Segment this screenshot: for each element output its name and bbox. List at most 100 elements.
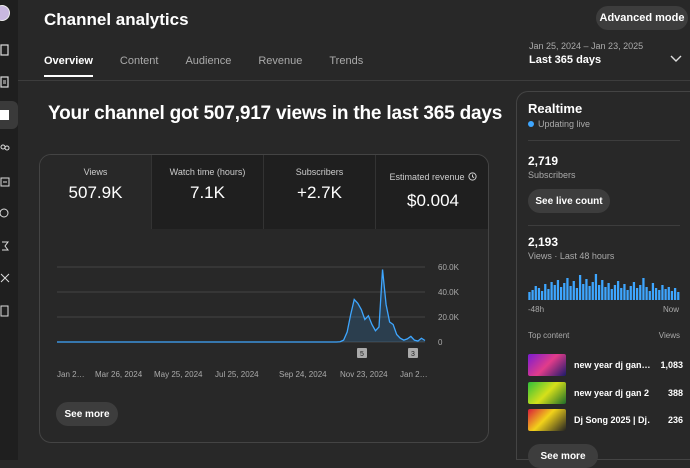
realtime-bar[interactable] [648, 291, 651, 300]
realtime-bar[interactable] [642, 278, 645, 300]
realtime-bar[interactable] [645, 287, 648, 300]
earn-icon[interactable] [0, 241, 10, 251]
metric-label: Estimated revenue [389, 172, 465, 182]
realtime-bar[interactable] [556, 280, 560, 300]
realtime-bar[interactable] [613, 285, 617, 300]
realtime-bar[interactable] [531, 290, 534, 300]
video-title: new year dj gan… [574, 360, 650, 370]
realtime-bar[interactable] [578, 275, 582, 300]
realtime-bar[interactable] [537, 288, 541, 300]
tab-trends[interactable]: Trends [329, 55, 363, 77]
realtime-bar[interactable] [667, 287, 670, 300]
video-thumbnail [528, 382, 566, 404]
see-live-count-button[interactable]: See live count [528, 189, 610, 213]
page-title: Channel analytics [44, 10, 189, 29]
realtime-bar[interactable] [664, 289, 667, 300]
metric-watch-time[interactable]: Watch time (hours) 7.1K [152, 155, 264, 229]
y-tick-label: 60.0K [438, 263, 460, 272]
metric-subscribers[interactable]: Subscribers +2.7K [264, 155, 376, 229]
series-area [57, 269, 425, 342]
realtime-bar[interactable] [635, 288, 639, 300]
subtitles-icon[interactable] [0, 177, 10, 187]
tabs-divider [18, 80, 690, 81]
realtime-bar[interactable] [607, 283, 610, 300]
divider [528, 140, 680, 141]
realtime-bar[interactable] [528, 292, 531, 300]
see-more-button[interactable]: See more [56, 402, 118, 426]
realtime-title: Realtime [528, 101, 583, 116]
realtime-bar-chart [528, 274, 680, 300]
content-icon[interactable] [0, 76, 10, 88]
metric-tabs: Views 507.9K Watch time (hours) 7.1K Sub… [40, 155, 488, 229]
analytics-icon[interactable] [0, 109, 10, 120]
realtime-bar[interactable] [651, 283, 655, 300]
x-tick-label: Nov 23, 2024 [340, 370, 388, 379]
axis-right-label: Now [663, 305, 680, 314]
realtime-bar[interactable] [582, 284, 585, 300]
metric-revenue[interactable]: Estimated revenue $0.004 [376, 155, 488, 229]
realtime-bar[interactable] [547, 289, 550, 300]
tab-content[interactable]: Content [120, 55, 159, 77]
realtime-bar[interactable] [597, 285, 601, 300]
subscribers-label: Subscribers [528, 170, 576, 180]
realtime-bar[interactable] [591, 282, 594, 300]
tab-overview[interactable]: Overview [44, 55, 93, 77]
realtime-bar[interactable] [575, 288, 579, 300]
metric-label: Watch time (hours) [169, 167, 246, 177]
realtime-bar[interactable] [673, 288, 677, 300]
tab-audience[interactable]: Audience [185, 55, 231, 77]
realtime-bar[interactable] [566, 278, 569, 300]
tab-revenue[interactable]: Revenue [258, 55, 302, 77]
y-tick-label: 40.0K [438, 288, 460, 297]
realtime-bar[interactable] [550, 282, 553, 300]
realtime-bar[interactable] [626, 290, 629, 300]
realtime-bar[interactable] [601, 280, 604, 300]
overview-card: Views 507.9K Watch time (hours) 7.1K Sub… [39, 154, 489, 443]
event-marker-label: 5 [360, 351, 364, 358]
advanced-mode-button[interactable]: Advanced mode [596, 6, 688, 30]
realtime-bar[interactable] [553, 285, 556, 300]
realtime-bar[interactable] [610, 289, 613, 300]
realtime-bar[interactable] [569, 286, 572, 300]
dashboard-icon[interactable] [0, 44, 10, 56]
realtime-views-label: Views · Last 48 hours [528, 251, 615, 261]
realtime-bar[interactable] [594, 274, 598, 300]
realtime-bar[interactable] [620, 288, 623, 300]
live-dot-icon [528, 121, 534, 127]
realtime-bar[interactable] [677, 292, 680, 300]
channel-avatar[interactable] [0, 5, 10, 21]
community-icon[interactable] [0, 143, 10, 153]
realtime-bar[interactable] [544, 284, 547, 300]
realtime-bar[interactable] [534, 286, 537, 300]
realtime-bar[interactable] [629, 286, 632, 300]
realtime-bar[interactable] [585, 279, 588, 300]
realtime-bar[interactable] [604, 287, 607, 300]
customization-icon[interactable] [0, 273, 10, 283]
copyright-icon[interactable] [0, 208, 10, 218]
realtime-bar[interactable] [670, 291, 674, 300]
x-tick-label: Jan 2… [400, 370, 428, 379]
realtime-bar[interactable] [623, 284, 626, 300]
list-item[interactable]: new year dj gan… 1,083 [528, 354, 683, 376]
realtime-bar[interactable] [639, 285, 642, 300]
list-item[interactable]: new year dj gan 2… 388 [528, 382, 683, 404]
realtime-bar[interactable] [661, 285, 664, 300]
realtime-bar[interactable] [654, 288, 658, 300]
video-title: Dj Song 2025 | Dj… [574, 415, 650, 425]
realtime-bar[interactable] [559, 287, 563, 300]
views-headline: Your channel got 507,917 views in the la… [48, 103, 503, 124]
realtime-bar[interactable] [540, 291, 544, 300]
realtime-bar[interactable] [658, 290, 661, 300]
realtime-bar[interactable] [632, 282, 636, 300]
date-period-select[interactable]: Last 365 days [529, 54, 601, 66]
realtime-bar[interactable] [563, 283, 566, 300]
realtime-see-more-button[interactable]: See more [528, 444, 598, 468]
chevron-down-icon[interactable] [670, 50, 682, 68]
realtime-bar[interactable] [588, 286, 591, 300]
list-item[interactable]: Dj Song 2025 | Dj… 236 [528, 409, 683, 431]
audio-library-icon[interactable] [0, 305, 10, 317]
metric-views[interactable]: Views 507.9K [40, 155, 152, 229]
realtime-bar[interactable] [572, 281, 575, 300]
date-range-text[interactable]: Jan 25, 2024 – Jan 23, 2025 [529, 41, 643, 51]
realtime-bar[interactable] [616, 281, 620, 300]
